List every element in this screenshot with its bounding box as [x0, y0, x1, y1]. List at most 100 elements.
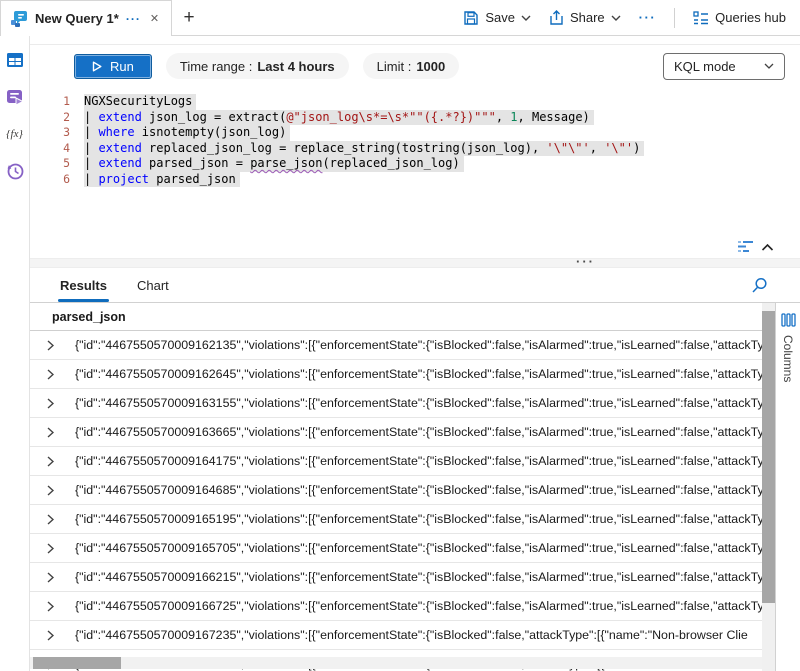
- code-line[interactable]: 4 | extend replaced_json_log = replace_st…: [40, 141, 800, 157]
- line-number: 5: [40, 156, 70, 172]
- play-icon: [92, 61, 102, 72]
- format-lines-icon[interactable]: [737, 240, 754, 253]
- time-range-picker[interactable]: Time range : Last 4 hours: [166, 53, 349, 79]
- limit-picker[interactable]: Limit : 1000: [363, 53, 460, 79]
- chevron-down-icon: [764, 63, 774, 69]
- code-line[interactable]: 6 | project parsed_json: [40, 172, 800, 188]
- line-number: 3: [40, 125, 70, 141]
- row-json-text: {"id":"4467550570009167235","violations"…: [75, 628, 748, 642]
- row-expander-icon[interactable]: [47, 427, 63, 438]
- tab-more-icon[interactable]: ···: [126, 12, 141, 26]
- table-row[interactable]: {"id":"4467550570009163665","violations"…: [30, 418, 762, 447]
- queries-hub-icon: [693, 11, 709, 25]
- table-row[interactable]: {"id":"4467550570009162645","violations"…: [30, 360, 762, 389]
- editor-corner-controls: [737, 240, 774, 253]
- row-expander-icon[interactable]: [47, 572, 63, 583]
- share-label: Share: [570, 10, 605, 25]
- tab-bar: New Query 1* ··· ✕ + Save: [0, 0, 800, 36]
- row-expander-icon[interactable]: [47, 514, 63, 525]
- share-icon: [549, 10, 564, 26]
- row-expander-icon[interactable]: [47, 601, 63, 612]
- connections-table-icon[interactable]: [5, 50, 25, 70]
- table-row[interactable]: {"id":"4467550570009164685","violations"…: [30, 476, 762, 505]
- panel-splitter[interactable]: ···: [30, 258, 800, 268]
- collapse-panel-icon[interactable]: [761, 243, 774, 251]
- query-toolbar: Run Time range : Last 4 hours Limit : 10…: [30, 45, 800, 87]
- table-row[interactable]: {"id":"4467550570009165195","violations"…: [30, 505, 762, 534]
- limit-label: Limit :: [377, 59, 412, 74]
- editor-lines: 1NGXSecurityLogs2| extend json_log = ext…: [40, 94, 800, 187]
- horizontal-scrollbar-thumb[interactable]: [33, 657, 121, 669]
- code-text: | extend parsed_json = parse_json(replac…: [84, 156, 464, 172]
- table-row[interactable]: {"id":"4467550570009165705","violations"…: [30, 534, 762, 563]
- row-expander-icon[interactable]: [47, 630, 63, 641]
- search-results-button[interactable]: [751, 277, 768, 294]
- columns-panel-label: Columns: [781, 335, 795, 382]
- code-line[interactable]: 5 | extend parsed_json = parse_json(repla…: [40, 156, 800, 172]
- chevron-down-icon: [611, 15, 621, 21]
- line-number: 4: [40, 141, 70, 157]
- code-text: | project parsed_json: [84, 172, 240, 188]
- save-button[interactable]: Save: [463, 10, 531, 26]
- column-header[interactable]: parsed_json: [30, 303, 762, 331]
- horizontal-scrollbar[interactable]: [30, 657, 762, 669]
- results-body: parsed_json {"id":"4467550570009162135",…: [30, 303, 800, 671]
- left-rail: {fx}: [0, 36, 30, 671]
- limit-value: 1000: [416, 59, 445, 74]
- results-rows: {"id":"4467550570009162135","violations"…: [30, 331, 762, 671]
- tab-results[interactable]: Results: [60, 268, 107, 302]
- query-editor[interactable]: 1NGXSecurityLogs2| extend json_log = ext…: [30, 87, 800, 258]
- functions-icon[interactable]: {fx}: [5, 124, 25, 144]
- row-json-text: {"id":"4467550570009165195","violations"…: [75, 512, 762, 526]
- vertical-scrollbar[interactable]: [762, 303, 775, 671]
- queries-hub-button[interactable]: Queries hub: [693, 10, 786, 25]
- more-actions-icon[interactable]: ···: [639, 10, 657, 25]
- column-header-label: parsed_json: [52, 310, 126, 324]
- line-number: 6: [40, 172, 70, 188]
- table-row[interactable]: {"id":"4467550570009167235","violations"…: [30, 621, 762, 650]
- columns-icon: [781, 313, 796, 327]
- history-icon[interactable]: [5, 161, 25, 181]
- dashboards-icon[interactable]: [5, 87, 25, 107]
- row-expander-icon[interactable]: [47, 456, 63, 467]
- query-panel: Run Time range : Last 4 hours Limit : 10…: [30, 44, 800, 258]
- code-line[interactable]: 3| where isnotempty(json_log): [40, 125, 800, 141]
- row-expander-icon[interactable]: [47, 398, 63, 409]
- table-row[interactable]: {"id":"4467550570009164175","violations"…: [30, 447, 762, 476]
- vertical-scrollbar-thumb[interactable]: [762, 311, 775, 603]
- code-text: NGXSecurityLogs: [84, 94, 196, 110]
- row-json-text: {"id":"4467550570009162645","violations"…: [75, 367, 762, 381]
- save-label: Save: [485, 10, 515, 25]
- queries-hub-label: Queries hub: [715, 10, 786, 25]
- code-line[interactable]: 1NGXSecurityLogs: [40, 94, 800, 110]
- time-range-label: Time range :: [180, 59, 253, 74]
- new-tab-button[interactable]: +: [172, 0, 206, 35]
- table-row[interactable]: {"id":"4467550570009166725","violations"…: [30, 592, 762, 621]
- toolbar-actions: Save Share ···: [463, 0, 800, 35]
- row-expander-icon[interactable]: [47, 485, 63, 496]
- tab-results-label: Results: [60, 278, 107, 293]
- splitter-handle-icon[interactable]: ···: [576, 254, 595, 269]
- app-window: New Query 1* ··· ✕ + Save: [0, 0, 800, 671]
- save-icon: [463, 10, 479, 26]
- row-expander-icon[interactable]: [47, 340, 63, 351]
- code-line[interactable]: 2| extend json_log = extract(@"json_log\…: [40, 110, 800, 126]
- row-json-text: {"id":"4467550570009166725","violations"…: [75, 599, 762, 613]
- row-json-text: {"id":"4467550570009166215","violations"…: [75, 570, 762, 584]
- tab-chart[interactable]: Chart: [137, 268, 169, 302]
- row-json-text: {"id":"4467550570009164175","violations"…: [75, 454, 762, 468]
- row-json-text: {"id":"4467550570009164685","violations"…: [75, 483, 762, 497]
- query-tab[interactable]: New Query 1* ··· ✕: [0, 0, 172, 36]
- table-row[interactable]: {"id":"4467550570009166215","violations"…: [30, 563, 762, 592]
- query-mode-value: KQL mode: [674, 59, 736, 74]
- code-text: | extend replaced_json_log = replace_str…: [84, 141, 644, 157]
- share-button[interactable]: Share: [549, 10, 621, 26]
- run-button[interactable]: Run: [74, 54, 152, 79]
- row-expander-icon[interactable]: [47, 543, 63, 554]
- close-tab-icon[interactable]: ✕: [148, 10, 161, 27]
- table-row[interactable]: {"id":"4467550570009163155","violations"…: [30, 389, 762, 418]
- columns-panel-tab[interactable]: Columns: [775, 303, 800, 671]
- row-expander-icon[interactable]: [47, 369, 63, 380]
- table-row[interactable]: {"id":"4467550570009162135","violations"…: [30, 331, 762, 360]
- query-mode-select[interactable]: KQL mode: [663, 53, 785, 80]
